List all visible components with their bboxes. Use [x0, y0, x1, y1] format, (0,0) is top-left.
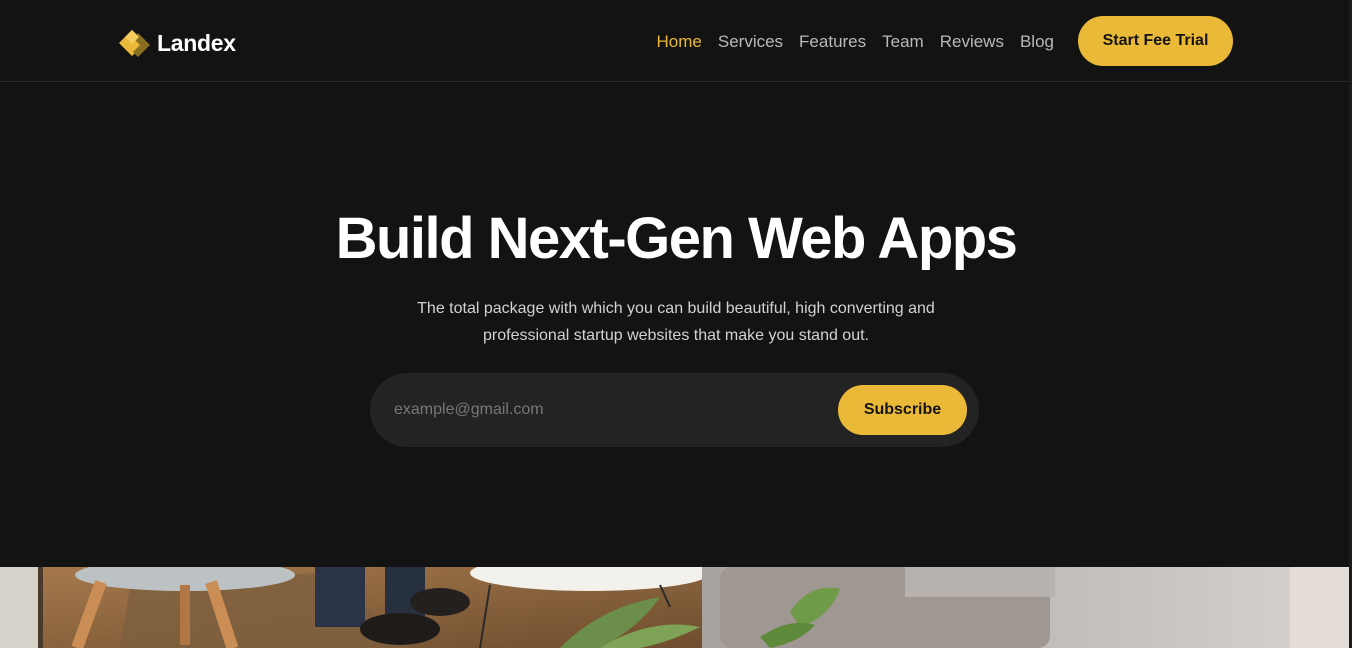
nav-item-features[interactable]: Features [799, 30, 866, 54]
nav-item-services[interactable]: Services [718, 30, 783, 54]
start-trial-button[interactable]: Start Fee Trial [1078, 16, 1233, 66]
hero-subtitle-line-1: The total package with which you can bui… [417, 300, 935, 317]
hero-title: Build Next-Gen Web Apps [335, 206, 1018, 271]
hero-photo [0, 567, 1349, 648]
main-nav: Home Services Features Team Reviews Blog [657, 30, 1055, 54]
subscribe-form: Subscribe [370, 373, 979, 447]
hero-subtitle-line-2: professional startup websites that make … [483, 327, 869, 344]
nav-item-blog[interactable]: Blog [1020, 30, 1054, 54]
nav-item-reviews[interactable]: Reviews [940, 30, 1004, 54]
subscribe-button[interactable]: Subscribe [838, 385, 967, 435]
brand-name: Landex [157, 29, 236, 56]
nav-item-team[interactable]: Team [882, 30, 924, 54]
nav-item-home[interactable]: Home [657, 30, 702, 54]
diamond-logo-icon [119, 30, 150, 57]
hero-subtitle: The total package with which you can bui… [376, 295, 976, 349]
site-header: Landex Home Services Features Team Revie… [0, 0, 1352, 82]
brand-logo[interactable]: Landex [117, 28, 236, 58]
office-photo-image [0, 567, 1349, 648]
email-input[interactable] [394, 395, 814, 425]
